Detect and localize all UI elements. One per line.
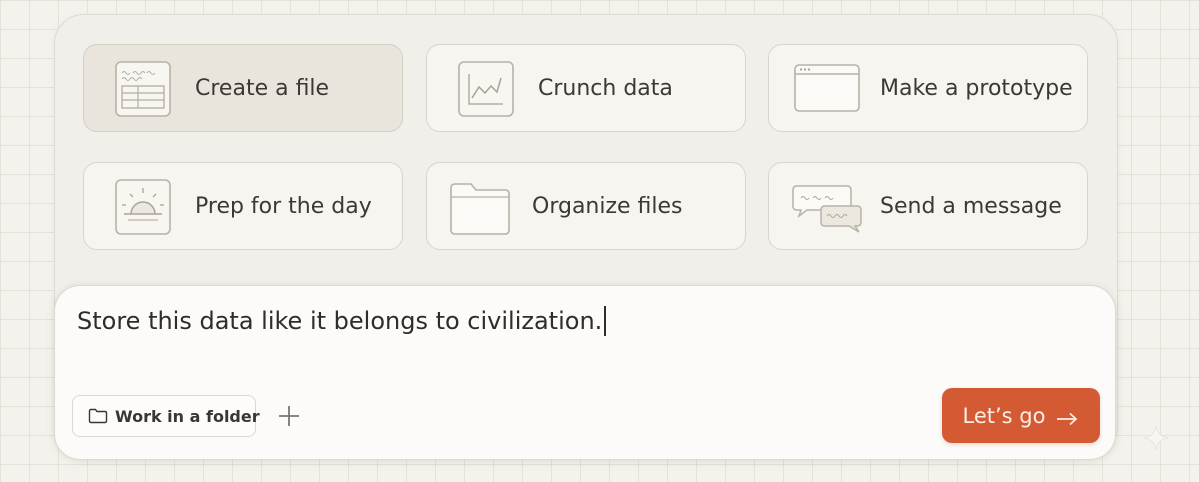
arrow-right-icon xyxy=(1055,408,1079,425)
card-label: Create a file xyxy=(195,75,330,101)
card-create-a-file[interactable]: Create a file xyxy=(83,44,403,132)
card-crunch-data[interactable]: Crunch data xyxy=(426,44,746,132)
folder-icon xyxy=(447,178,510,236)
prompt-input[interactable]: Store this data like it belongs to civil… xyxy=(77,306,607,336)
text-caret xyxy=(604,306,607,336)
browser-window-icon xyxy=(794,60,860,118)
prompt-composer[interactable]: Store this data like it belongs to civil… xyxy=(54,285,1116,460)
card-label: Send a message xyxy=(880,193,1062,219)
prompt-text[interactable]: Store this data like it belongs to civil… xyxy=(77,307,602,335)
work-in-folder-button[interactable]: Work in a folder xyxy=(72,395,260,437)
sparkle-icon xyxy=(1143,425,1169,451)
card-send-a-message[interactable]: Send a message xyxy=(768,162,1088,250)
card-label: Make a prototype xyxy=(880,75,1073,101)
add-button[interactable] xyxy=(273,400,305,432)
sunrise-icon xyxy=(112,178,174,236)
folder-outline-icon xyxy=(88,408,108,424)
lets-go-label: Let’s go xyxy=(962,403,1046,428)
card-make-a-prototype[interactable]: Make a prototype xyxy=(768,44,1088,132)
card-prep-for-the-day[interactable]: Prep for the day xyxy=(83,162,403,250)
chat-bubbles-icon xyxy=(789,178,862,236)
work-in-folder-label: Work in a folder xyxy=(115,406,260,426)
card-label: Crunch data xyxy=(538,75,673,101)
spreadsheet-icon xyxy=(112,60,174,118)
card-organize-files[interactable]: Organize files xyxy=(426,162,746,250)
line-chart-icon xyxy=(455,60,517,118)
card-label: Organize files xyxy=(532,193,683,219)
card-label: Prep for the day xyxy=(195,193,372,219)
plus-icon xyxy=(273,406,305,436)
lets-go-button[interactable]: Let’s go xyxy=(942,388,1100,443)
